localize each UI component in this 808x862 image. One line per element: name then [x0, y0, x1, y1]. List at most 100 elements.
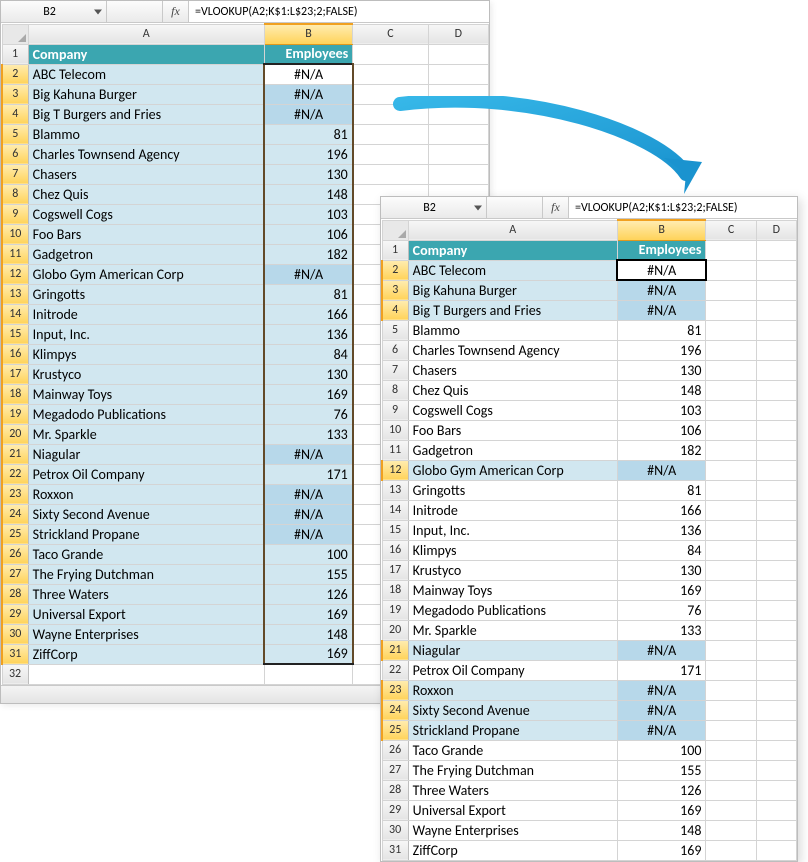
row-header[interactable]: 20 [2, 424, 28, 444]
row-header[interactable]: 16 [2, 344, 28, 364]
cell-company[interactable]: Strickland Propane [28, 524, 264, 544]
cell-employees[interactable]: 126 [264, 584, 352, 604]
cell-employees[interactable]: #N/A [264, 104, 352, 124]
cell-company[interactable]: Sixty Second Avenue [28, 504, 264, 524]
cell-company[interactable]: Initrode [408, 500, 617, 520]
cell[interactable] [756, 760, 796, 780]
cell-employees[interactable]: 196 [617, 340, 706, 360]
cell[interactable] [353, 84, 428, 104]
cell[interactable] [756, 840, 796, 860]
cell-company[interactable]: Blammo [28, 124, 264, 144]
col-header-A[interactable]: A [408, 220, 617, 240]
row-header[interactable]: 13 [382, 480, 408, 500]
name-box[interactable] [1, 1, 107, 22]
cell[interactable] [756, 260, 796, 280]
row-header[interactable]: 24 [382, 700, 408, 720]
row-header[interactable]: 30 [382, 820, 408, 840]
row-header[interactable]: 5 [382, 320, 408, 340]
cell[interactable] [756, 800, 796, 820]
cell[interactable] [756, 480, 796, 500]
cell[interactable] [706, 780, 756, 800]
cell-company[interactable]: Klimpys [28, 344, 264, 364]
cell[interactable] [756, 640, 796, 660]
cell-company[interactable]: Wayne Enterprises [408, 820, 617, 840]
cell-company[interactable]: Charles Townsend Agency [408, 340, 617, 360]
cell-employees[interactable]: 169 [264, 384, 352, 404]
cell-employees[interactable]: 148 [617, 380, 706, 400]
cell-employees[interactable]: 133 [617, 620, 706, 640]
cell[interactable] [756, 780, 796, 800]
cell[interactable] [706, 460, 756, 480]
row-header[interactable]: 32 [2, 664, 28, 684]
cell[interactable] [706, 800, 756, 820]
cell-employees[interactable]: 155 [617, 760, 706, 780]
cell-company[interactable]: Three Waters [408, 780, 617, 800]
cell-employees[interactable]: 130 [264, 164, 352, 184]
cell[interactable] [353, 64, 428, 84]
cell-employees[interactable]: 106 [617, 420, 706, 440]
row-header[interactable]: 21 [382, 640, 408, 660]
cell[interactable] [353, 124, 428, 144]
cell-company[interactable]: ABC Telecom [28, 64, 264, 84]
row-header[interactable]: 31 [382, 840, 408, 860]
row-header[interactable]: 8 [382, 380, 408, 400]
cell-company[interactable]: Krustyco [408, 560, 617, 580]
cell[interactable] [756, 460, 796, 480]
cell-company[interactable]: Universal Export [28, 604, 264, 624]
cell-company[interactable]: Chasers [28, 164, 264, 184]
cell[interactable] [706, 820, 756, 840]
cell-employees[interactable]: #N/A [264, 264, 352, 284]
cell[interactable] [706, 360, 756, 380]
cell-employees[interactable]: 133 [264, 424, 352, 444]
row-header[interactable]: 30 [2, 624, 28, 644]
cell-company[interactable]: Petrox Oil Company [28, 464, 264, 484]
row-header[interactable]: 17 [382, 560, 408, 580]
cell[interactable] [428, 84, 488, 104]
cell-company[interactable]: Universal Export [408, 800, 617, 820]
cell[interactable] [28, 664, 264, 684]
cell[interactable] [353, 144, 428, 164]
row-header[interactable]: 27 [382, 760, 408, 780]
row-header[interactable]: 8 [2, 184, 28, 204]
cell[interactable] [756, 740, 796, 760]
row-header[interactable]: 19 [2, 404, 28, 424]
cell[interactable] [706, 240, 756, 260]
row-header[interactable]: 12 [382, 460, 408, 480]
cell[interactable] [756, 720, 796, 740]
cell-company[interactable]: Globo Gym American Corp [408, 460, 617, 480]
cell[interactable] [756, 340, 796, 360]
row-header[interactable]: 11 [382, 440, 408, 460]
cell-company[interactable]: Input, Inc. [408, 520, 617, 540]
cell-company[interactable]: Initrode [28, 304, 264, 324]
cell[interactable] [756, 440, 796, 460]
cell-employees[interactable]: 155 [264, 564, 352, 584]
cell[interactable] [756, 540, 796, 560]
name-box-input[interactable] [381, 201, 486, 215]
cell[interactable] [756, 240, 796, 260]
cell-company[interactable]: Big Kahuna Burger [28, 84, 264, 104]
cell[interactable] [706, 720, 756, 740]
cell-employees[interactable]: 81 [617, 480, 706, 500]
cell-employees[interactable]: 169 [617, 840, 706, 860]
row-header[interactable]: 10 [382, 420, 408, 440]
cell[interactable] [706, 260, 756, 280]
col-header-D[interactable]: D [756, 220, 796, 240]
cell-employees[interactable]: #N/A [264, 504, 352, 524]
cell[interactable] [353, 164, 428, 184]
row-header[interactable]: 10 [2, 224, 28, 244]
cell[interactable] [706, 540, 756, 560]
cell-employees[interactable]: 166 [264, 304, 352, 324]
fx-icon[interactable]: fx [543, 197, 569, 218]
name-box[interactable] [381, 197, 487, 218]
cell[interactable] [706, 320, 756, 340]
cell-employees[interactable]: 196 [264, 144, 352, 164]
row-header[interactable]: 20 [382, 620, 408, 640]
cell[interactable] [428, 44, 488, 64]
row-header[interactable]: 22 [2, 464, 28, 484]
row-header[interactable]: 14 [2, 304, 28, 324]
row-header[interactable]: 5 [2, 124, 28, 144]
row-header[interactable]: 12 [2, 264, 28, 284]
cell-employees[interactable]: #N/A [264, 64, 352, 84]
row-header[interactable]: 24 [2, 504, 28, 524]
cell-company[interactable]: Roxxon [28, 484, 264, 504]
